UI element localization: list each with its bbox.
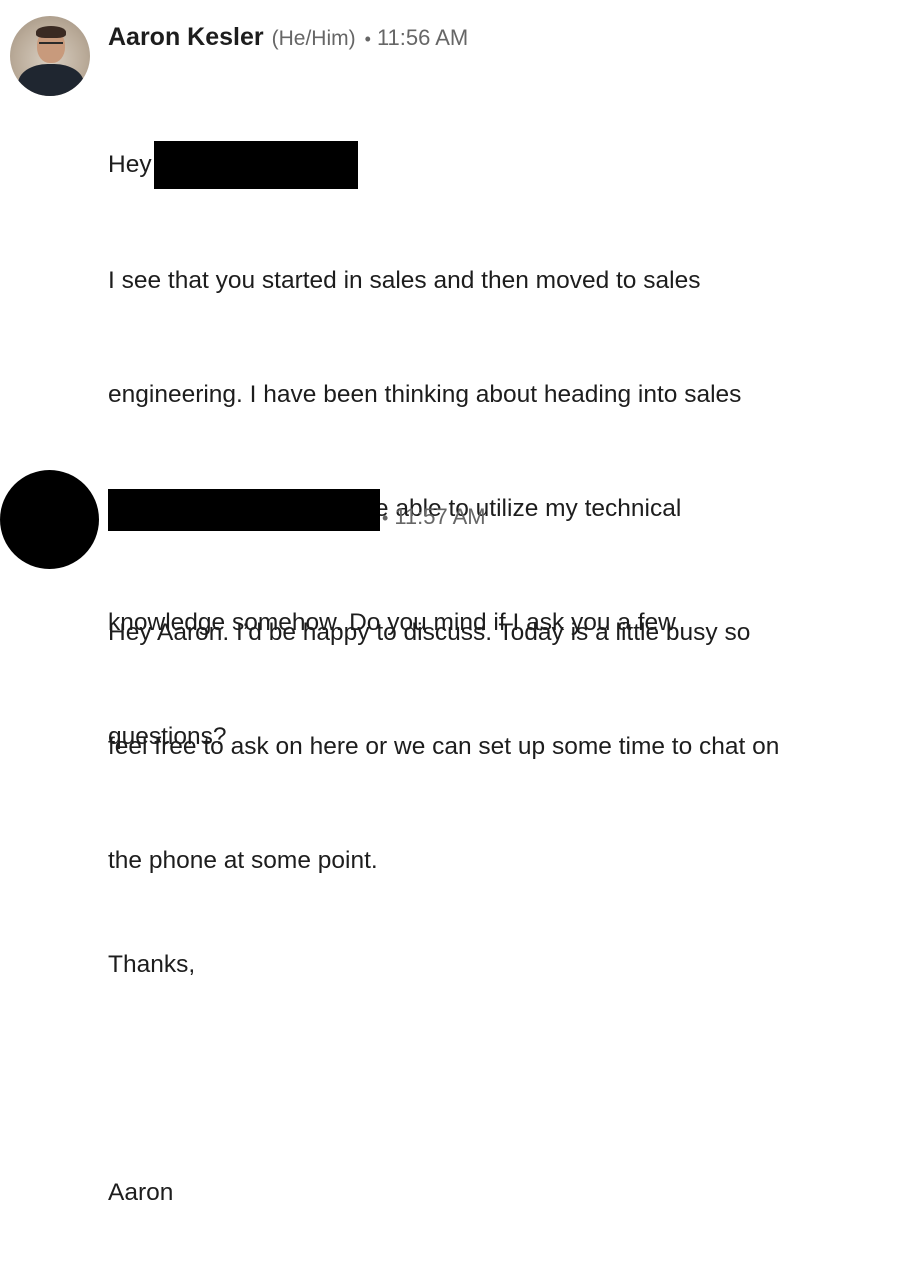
avatar-body-shape xyxy=(18,64,84,96)
sender-pronouns: (He/Him) xyxy=(271,27,356,50)
message-line: the phone at some point. xyxy=(108,847,378,874)
avatar[interactable] xyxy=(10,16,90,96)
message-line: Hey Aaron. I’d be happy to discuss. Toda… xyxy=(108,619,751,646)
message-line: I see that you started in sales and then… xyxy=(108,267,701,294)
redacted-sender-name[interactable] xyxy=(108,489,380,531)
message-line: Aaron xyxy=(108,1179,174,1206)
message-header: Aaron Kesler (He/Him) • 11:56 AM xyxy=(108,22,468,54)
message-line: Thanks, xyxy=(108,951,196,978)
greeting-text: Hey xyxy=(108,151,152,178)
message-timestamp: 11:57 AM xyxy=(394,504,486,529)
redacted-recipient-name xyxy=(153,141,358,189)
separator-dot: • xyxy=(382,508,389,528)
message-line: feel free to ask on here or we can set u… xyxy=(108,733,780,760)
avatar-hair-shape xyxy=(36,26,66,38)
sender-name[interactable]: Aaron Kesler xyxy=(108,22,264,52)
message-timestamp: 11:56 AM xyxy=(376,25,469,50)
message-line: engineering. I have been thinking about … xyxy=(108,381,742,408)
message-header: • 11:57 AM xyxy=(108,482,486,533)
greeting-line: Hey xyxy=(108,141,908,189)
avatar-glasses-shape xyxy=(39,42,63,50)
message-item: Aaron Kesler (He/Him) • 11:56 AM Hey I s… xyxy=(0,0,922,1206)
separator-dot: • xyxy=(364,29,371,49)
message-line xyxy=(108,1060,908,1098)
avatar-redacted[interactable] xyxy=(0,470,99,569)
message-body: Hey Aaron. I’d be happy to discuss. Toda… xyxy=(108,538,908,918)
